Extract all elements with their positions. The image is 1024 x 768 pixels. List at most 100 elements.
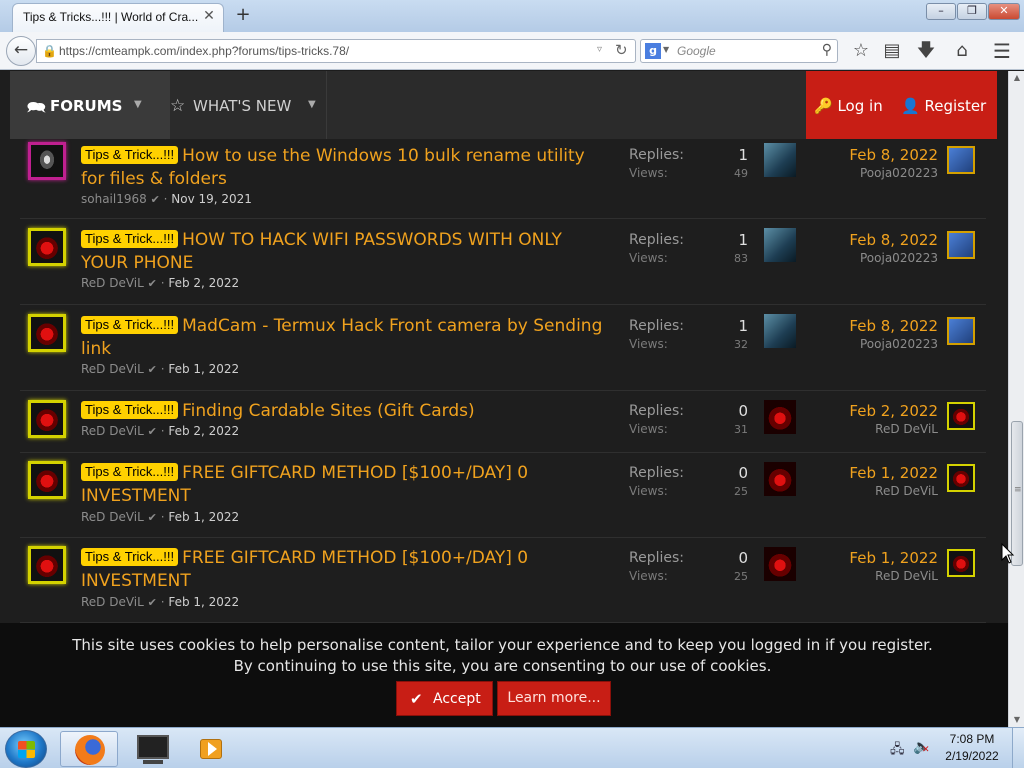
thread-start-date[interactable]: Feb 2, 2022 bbox=[168, 276, 239, 290]
browser-tab[interactable]: Tips & Tricks...!!! | World of Cra... ✕ bbox=[12, 3, 224, 32]
thread-title-block[interactable]: Tips & Trick...!!! HOW TO HACK WIFI PASSW… bbox=[81, 229, 611, 275]
search-engine-dropdown-icon[interactable]: ▼ bbox=[663, 45, 669, 54]
thread-title-block[interactable]: Tips & Trick...!!! Finding Cardable Sites… bbox=[81, 400, 611, 423]
search-icon[interactable]: ⚲ bbox=[822, 42, 832, 58]
thread-prefix-badge[interactable]: Tips & Trick...!!! bbox=[81, 401, 179, 419]
tab-close-icon[interactable]: ✕ bbox=[202, 9, 216, 23]
search-bar[interactable]: g ▼ Google ⚲ bbox=[640, 39, 838, 63]
reload-icon[interactable]: ↻ bbox=[615, 41, 628, 59]
last-poster-avatar[interactable] bbox=[764, 400, 796, 434]
home-icon[interactable]: ⌂ bbox=[950, 40, 974, 62]
hamburger-menu-icon[interactable]: ☰ bbox=[990, 40, 1014, 62]
last-post-date[interactable]: Feb 1, 2022 bbox=[820, 464, 938, 482]
close-window-button[interactable]: ✕ bbox=[988, 3, 1020, 20]
start-button[interactable] bbox=[5, 730, 47, 768]
last-post-user[interactable]: ReD DeViL bbox=[820, 569, 938, 583]
chevron-down-icon[interactable]: ▼ bbox=[308, 99, 316, 110]
last-poster-avatar[interactable] bbox=[764, 314, 796, 348]
last-user-avatar[interactable] bbox=[947, 146, 975, 174]
thread-prefix-badge[interactable]: Tips & Trick...!!! bbox=[81, 548, 179, 566]
author-avatar[interactable] bbox=[28, 400, 66, 438]
thread-author[interactable]: ReD DeViL bbox=[81, 510, 144, 524]
last-poster-avatar[interactable] bbox=[764, 462, 796, 496]
thread-row[interactable]: Tips & Trick...!!! HOW TO HACK WIFI PASSW… bbox=[20, 220, 986, 305]
thread-start-date[interactable]: Feb 2, 2022 bbox=[168, 424, 239, 438]
url-text[interactable]: https://cmteampk.com/index.php?forums/ti… bbox=[59, 44, 349, 58]
thread-prefix-badge[interactable]: Tips & Trick...!!! bbox=[81, 316, 179, 334]
thread-start-date[interactable]: Feb 1, 2022 bbox=[168, 510, 239, 524]
thread-row[interactable]: Tips & Trick...!!! MadCam - Termux Hack F… bbox=[20, 306, 986, 391]
show-desktop-button[interactable] bbox=[1012, 728, 1024, 768]
minimize-button[interactable]: – bbox=[926, 3, 956, 20]
downloads-icon[interactable]: 🡇 bbox=[914, 40, 938, 62]
clock-time[interactable]: 7:08 PM bbox=[940, 732, 1004, 746]
thread-author[interactable]: ReD DeViL bbox=[81, 276, 144, 290]
new-tab-button[interactable]: + bbox=[234, 5, 252, 25]
last-post-date[interactable]: Feb 8, 2022 bbox=[820, 231, 938, 249]
thread-prefix-badge[interactable]: Tips & Trick...!!! bbox=[81, 463, 179, 481]
page-scrollbar[interactable]: ▲ ≡ ▼ bbox=[1008, 71, 1024, 727]
last-user-avatar[interactable] bbox=[947, 464, 975, 492]
thread-title-block[interactable]: Tips & Trick...!!! How to use the Windows… bbox=[81, 145, 611, 191]
maximize-button[interactable]: ❐ bbox=[957, 3, 987, 20]
back-button[interactable]: ← bbox=[6, 36, 36, 66]
thread-row[interactable]: Tips & Trick...!!! How to use the Windows… bbox=[20, 135, 986, 219]
thread-author[interactable]: ReD DeViL bbox=[81, 424, 144, 438]
author-avatar[interactable] bbox=[28, 142, 66, 180]
accept-cookies-button[interactable]: ✔ Accept bbox=[396, 681, 493, 716]
thread-author[interactable]: sohail1968 bbox=[81, 192, 147, 206]
last-user-avatar[interactable] bbox=[947, 231, 975, 259]
url-bar[interactable]: 🔒 https://cmteampk.com/index.php?forums/… bbox=[36, 39, 636, 63]
taskbar-monitor-app[interactable] bbox=[124, 731, 182, 767]
bookmark-star-icon[interactable]: ☆ bbox=[849, 40, 873, 62]
thread-row[interactable]: Tips & Trick...!!! FREE GIFTCARD METHOD [… bbox=[20, 454, 986, 538]
last-user-avatar[interactable] bbox=[947, 549, 975, 577]
scroll-down-arrow-icon[interactable]: ▼ bbox=[1009, 713, 1024, 727]
last-poster-avatar[interactable] bbox=[764, 547, 796, 581]
thread-title[interactable]: Finding Cardable Sites (Gift Cards) bbox=[182, 401, 475, 421]
thread-start-date[interactable]: Nov 19, 2021 bbox=[171, 192, 252, 206]
scroll-up-arrow-icon[interactable]: ▲ bbox=[1009, 71, 1024, 85]
thread-title-block[interactable]: Tips & Trick...!!! MadCam - Termux Hack F… bbox=[81, 315, 611, 361]
thread-row[interactable]: Tips & Trick...!!! FREE GIFTCARD METHOD [… bbox=[20, 539, 986, 623]
chevron-down-icon[interactable]: ▼ bbox=[134, 99, 142, 110]
taskbar-firefox[interactable] bbox=[60, 731, 118, 767]
last-post-user[interactable]: Pooja020223 bbox=[820, 166, 938, 180]
thread-title-block[interactable]: Tips & Trick...!!! FREE GIFTCARD METHOD [… bbox=[81, 547, 611, 593]
last-post-user[interactable]: Pooja020223 bbox=[820, 251, 938, 265]
register-button[interactable]: 👤 Register bbox=[901, 97, 986, 115]
last-user-avatar[interactable] bbox=[947, 317, 975, 345]
thread-author[interactable]: ReD DeViL bbox=[81, 595, 144, 609]
author-avatar[interactable] bbox=[28, 546, 66, 584]
last-post-date[interactable]: Feb 1, 2022 bbox=[820, 549, 938, 567]
last-post-user[interactable]: ReD DeViL bbox=[820, 422, 938, 436]
nav-whats-new-tab[interactable]: ☆ WHAT'S NEW ▼ bbox=[170, 71, 327, 139]
network-icon[interactable]: 🖧 bbox=[890, 740, 905, 762]
thread-prefix-badge[interactable]: Tips & Trick...!!! bbox=[81, 146, 179, 164]
thread-title-block[interactable]: Tips & Trick...!!! FREE GIFTCARD METHOD [… bbox=[81, 462, 611, 508]
last-post-user[interactable]: ReD DeViL bbox=[820, 484, 938, 498]
thread-start-date[interactable]: Feb 1, 2022 bbox=[168, 362, 239, 376]
clock-date[interactable]: 2/19/2022 bbox=[940, 749, 1004, 763]
google-icon[interactable]: g bbox=[645, 43, 661, 59]
nav-forums-tab[interactable]: 🗪 FORUMS ▼ bbox=[10, 71, 170, 139]
last-poster-avatar[interactable] bbox=[764, 228, 796, 262]
author-avatar[interactable] bbox=[28, 228, 66, 266]
thread-author[interactable]: ReD DeViL bbox=[81, 362, 144, 376]
last-user-avatar[interactable] bbox=[947, 402, 975, 430]
author-avatar[interactable] bbox=[28, 314, 66, 352]
last-post-user[interactable]: Pooja020223 bbox=[820, 337, 938, 351]
taskbar-media-player[interactable] bbox=[182, 731, 240, 767]
author-avatar[interactable] bbox=[28, 461, 66, 499]
last-post-date[interactable]: Feb 2, 2022 bbox=[820, 402, 938, 420]
last-post-date[interactable]: Feb 8, 2022 bbox=[820, 317, 938, 335]
url-dropdown-icon[interactable]: ▿ bbox=[597, 44, 602, 55]
learn-more-button[interactable]: Learn more... bbox=[497, 681, 611, 716]
thread-prefix-badge[interactable]: Tips & Trick...!!! bbox=[81, 230, 179, 248]
last-post-date[interactable]: Feb 8, 2022 bbox=[820, 146, 938, 164]
search-input[interactable]: Google bbox=[677, 44, 716, 58]
thread-row[interactable]: Tips & Trick...!!! Finding Cardable Sites… bbox=[20, 392, 986, 453]
last-poster-avatar[interactable] bbox=[764, 143, 796, 177]
login-button[interactable]: 🔑 Log in bbox=[814, 97, 883, 115]
bookmarks-menu-icon[interactable]: ▤ bbox=[880, 40, 904, 62]
